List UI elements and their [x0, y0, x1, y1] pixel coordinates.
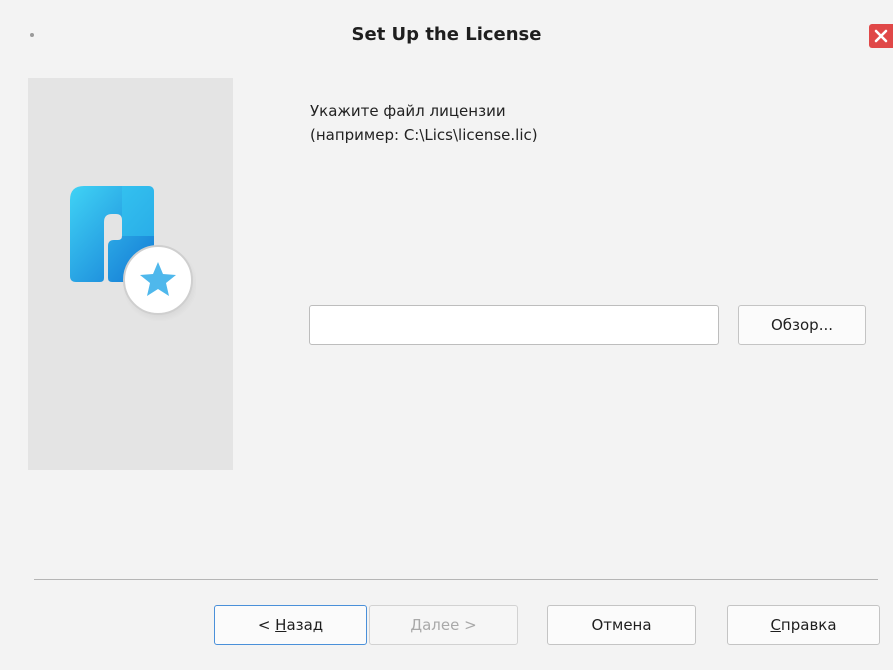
- license-path-input[interactable]: [309, 305, 719, 345]
- close-button[interactable]: [869, 24, 893, 48]
- setup-license-dialog: Set Up the License Укажите файл лицензии…: [0, 0, 893, 670]
- back-mnemonic: Н: [275, 616, 287, 634]
- next-button[interactable]: Далее >: [369, 605, 518, 645]
- instruction-line-1: Укажите файл лицензии: [310, 102, 506, 120]
- back-label-rest: азад: [286, 616, 324, 634]
- back-button[interactable]: < Назад: [214, 605, 367, 645]
- browse-button[interactable]: Обзор...: [738, 305, 866, 345]
- help-label-rest: правка: [780, 616, 837, 634]
- footer-separator: [34, 579, 878, 580]
- back-prefix: <: [257, 616, 276, 634]
- window-title: Set Up the License: [351, 24, 542, 45]
- close-icon: [874, 29, 888, 43]
- help-mnemonic: С: [770, 616, 781, 634]
- app-logo-icon: [70, 186, 196, 322]
- title-bar[interactable]: Set Up the License: [0, 0, 893, 74]
- next-mnemonic: Д: [410, 616, 423, 634]
- instruction-line-2: (например: C:\Lics\license.lic): [310, 126, 538, 144]
- help-button[interactable]: Справка: [727, 605, 880, 645]
- cancel-button[interactable]: Отмена: [547, 605, 696, 645]
- instruction-text: Укажите файл лицензии (например: C:\Lics…: [310, 99, 538, 147]
- next-label-rest: алее >: [422, 616, 477, 634]
